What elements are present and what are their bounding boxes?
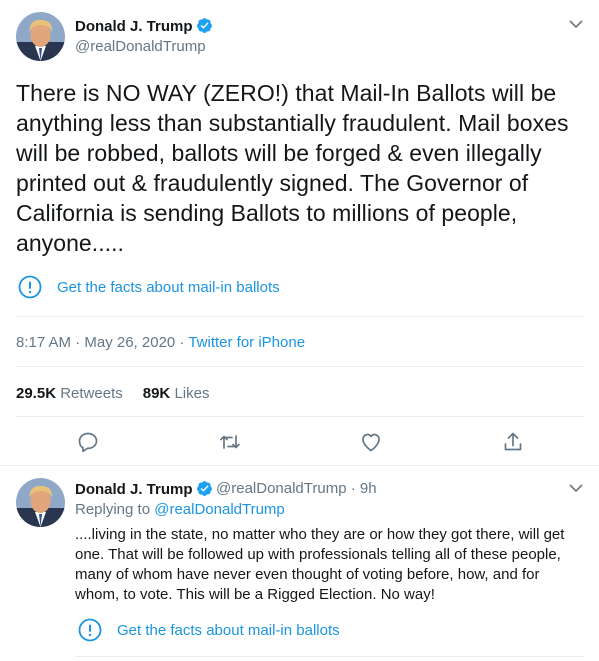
divider bbox=[16, 416, 584, 417]
fact-check-label[interactable]: Get the facts about mail-in ballots bbox=[117, 622, 340, 639]
fact-check-link[interactable]: Get the facts about mail-in ballots bbox=[78, 618, 340, 642]
avatar[interactable] bbox=[16, 478, 65, 527]
replying-prefix: Replying to bbox=[75, 501, 155, 518]
meta-separator: · bbox=[175, 334, 189, 351]
tweet-text: There is NO WAY (ZERO!) that Mail-In Bal… bbox=[16, 80, 569, 256]
fact-check-link[interactable]: Get the facts about mail-in ballots bbox=[18, 275, 280, 299]
reply-author-name[interactable]: Donald J. Trump bbox=[75, 480, 213, 501]
divider bbox=[16, 366, 584, 367]
likes-label: Likes bbox=[174, 385, 210, 402]
likes-stat[interactable]: 89K Likes bbox=[143, 385, 210, 402]
retweets-label: Retweets bbox=[60, 385, 123, 402]
retweets-count: 29.5K bbox=[16, 385, 57, 402]
divider bbox=[75, 656, 584, 657]
verified-badge-icon bbox=[196, 17, 213, 38]
share-icon[interactable] bbox=[501, 430, 525, 454]
fact-check-label[interactable]: Get the facts about mail-in ballots bbox=[57, 279, 280, 296]
author-name[interactable]: Donald J. Trump bbox=[75, 17, 213, 38]
tweet-meta: 8:17 AM · May 26, 2020 · Twitter for iPh… bbox=[16, 334, 305, 351]
reply-tweet-text: ....living in the state, no matter who t… bbox=[75, 526, 565, 603]
avatar[interactable] bbox=[16, 12, 65, 61]
chevron-down-icon[interactable] bbox=[566, 14, 586, 34]
heart-icon[interactable] bbox=[359, 430, 383, 454]
author-handle[interactable]: @realDonaldTrump bbox=[75, 38, 206, 55]
author-name-text[interactable]: Donald J. Trump bbox=[75, 18, 193, 35]
divider bbox=[16, 316, 584, 317]
tweet-timestamp[interactable]: 8:17 AM · May 26, 2020 bbox=[16, 334, 175, 351]
reply-icon[interactable] bbox=[76, 430, 100, 454]
likes-count: 89K bbox=[142, 385, 171, 402]
replying-mention[interactable]: @realDonaldTrump bbox=[154, 501, 285, 518]
verified-badge-icon bbox=[196, 480, 213, 501]
replying-to: Replying to @realDonaldTrump bbox=[75, 501, 285, 518]
tweet-source[interactable]: Twitter for iPhone bbox=[188, 334, 305, 351]
main-tweet: Donald J. Trump @realDonaldTrump There i… bbox=[0, 0, 599, 466]
retweets-stat[interactable]: 29.5K Retweets bbox=[16, 385, 123, 402]
retweet-icon[interactable] bbox=[218, 430, 242, 454]
reply-author-name-text[interactable]: Donald J. Trump bbox=[75, 481, 193, 498]
exclamation-circle-icon bbox=[18, 275, 42, 299]
chevron-down-icon[interactable] bbox=[566, 478, 586, 498]
exclamation-circle-icon bbox=[78, 618, 102, 642]
tweet-stats: 29.5K Retweets 89K Likes bbox=[16, 385, 209, 402]
reply-handle-time[interactable]: @realDonaldTrump · 9h bbox=[216, 480, 377, 497]
